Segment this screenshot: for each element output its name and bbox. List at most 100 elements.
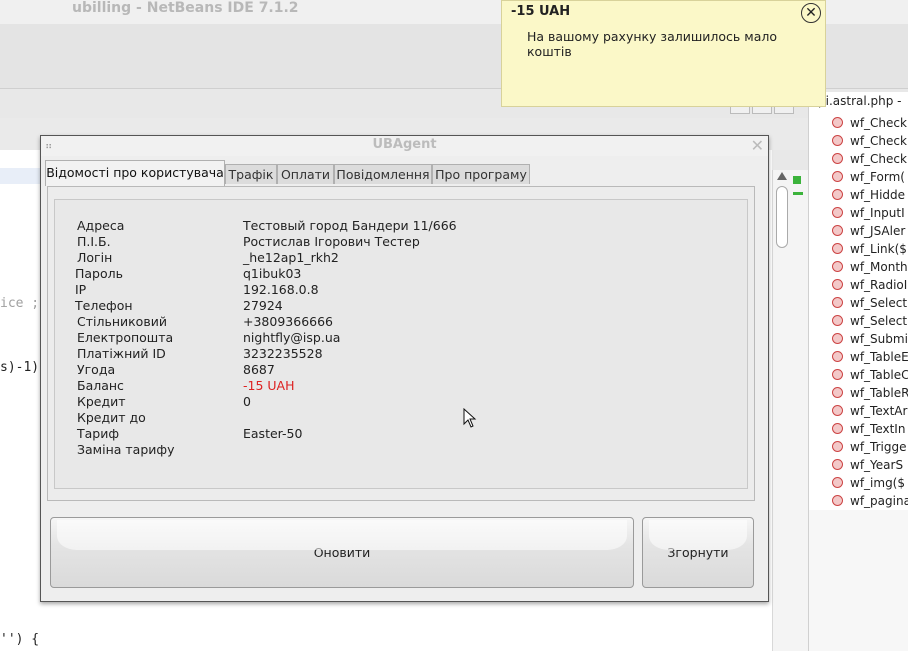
method-icon <box>832 405 843 416</box>
navigator-item[interactable]: wf_Link($ <box>832 240 908 258</box>
notification-message: На вашому рахунку залишилось мало коштів <box>527 29 777 59</box>
navigator-item-label: wf_Select <box>850 296 908 310</box>
info-value: 27924 <box>243 298 283 313</box>
window-close-icon[interactable]: ✕ <box>751 136 764 155</box>
info-value: Ростислав Ігорович Тестер <box>243 234 420 249</box>
navigator-item-label: wf_pagina <box>850 494 908 508</box>
navigator-item[interactable]: wf_Check <box>832 114 908 132</box>
method-icon <box>832 261 843 272</box>
user-info-panel: Адреса Тестовый город Бандери 11/666 П.І.Б… <box>54 199 748 489</box>
code-fragment: '') { <box>0 632 40 647</box>
info-value: Easter-50 <box>243 426 303 441</box>
tab-messages[interactable]: Повідомлення <box>334 164 432 184</box>
navigator-item[interactable]: wf_Check <box>832 150 908 168</box>
ubagent-window: ⠶ UBAgent ✕ Відомості про користувача Тр… <box>40 135 769 602</box>
tab-about[interactable]: Про програму <box>432 164 530 184</box>
tab-traffic[interactable]: Трафік <box>225 164 277 184</box>
tab-payments[interactable]: Оплати <box>277 164 334 184</box>
navigator-item[interactable]: wf_Check <box>832 132 908 150</box>
navigator-item[interactable]: wf_Hidde <box>832 186 908 204</box>
info-value: nightfly@isp.ua <box>243 330 341 345</box>
navigator-item[interactable]: wf_Select <box>832 294 908 312</box>
navigator-title: pi.astral.php - <box>818 94 902 108</box>
navigator-item[interactable]: wf_img($ <box>832 474 908 492</box>
method-icon <box>832 477 843 488</box>
navigator-item-label: wf_Submi <box>850 332 908 346</box>
method-icon <box>832 189 843 200</box>
info-label: Телефон <box>75 298 133 313</box>
method-icon <box>832 153 843 164</box>
navigator-item-label: wf_TableC <box>850 368 908 382</box>
navigator-item[interactable]: wf_TableE <box>832 348 908 366</box>
navigator-item[interactable]: wf_TableR <box>832 384 908 402</box>
info-value: +3809366666 <box>243 314 334 329</box>
navigator-item-label: wf_Check <box>850 134 907 148</box>
method-icon <box>832 243 843 254</box>
window-titlebar[interactable]: ⠶ UBAgent ✕ <box>41 136 768 156</box>
navigator-item[interactable]: wf_InputI <box>832 204 908 222</box>
info-value: 3232235528 <box>243 346 323 361</box>
refresh-button[interactable]: Оновити <box>50 517 634 588</box>
info-value: _he12ap1_rkh2 <box>243 250 339 265</box>
navigator-item-label: wf_Month <box>850 260 908 274</box>
method-icon <box>832 279 843 290</box>
method-icon <box>832 207 843 218</box>
info-label: Угода <box>77 362 116 377</box>
navigator-item-label: wf_Form( <box>850 170 905 184</box>
navigator-item[interactable]: wf_Select <box>832 312 908 330</box>
method-icon <box>832 225 843 236</box>
navigator-item[interactable]: wf_Month <box>832 258 908 276</box>
mouse-pointer-icon <box>463 408 477 428</box>
method-icon <box>832 117 843 128</box>
window-title: UBAgent <box>372 137 437 152</box>
navigator-item-label: wf_Check <box>850 152 907 166</box>
navigator-item[interactable]: wf_Trigge <box>832 438 908 456</box>
info-value: -15 UAH <box>243 378 295 393</box>
tab-content: Адреса Тестовый город Бандери 11/666 П.І.Б… <box>47 186 755 501</box>
navigator-item[interactable]: wf_JSAler <box>832 222 908 240</box>
editor-scrollbar[interactable] <box>772 170 791 651</box>
navigator-item[interactable]: wf_Form( <box>832 168 908 186</box>
info-label: Заміна тарифу <box>77 442 175 457</box>
navigator-empty-area <box>808 510 908 651</box>
notification-title: -15 UAH <box>511 4 571 19</box>
method-icon <box>832 459 843 470</box>
navigator-item-label: wf_Trigge <box>850 440 907 454</box>
method-icon <box>832 315 843 326</box>
method-icon <box>832 441 843 452</box>
ok-status-icon <box>793 176 801 184</box>
navigator-item-label: wf_TextAr <box>850 404 908 418</box>
navigator-function-list: wf_Check wf_Check wf_Check wf_Form( wf_Hidde… <box>832 114 908 510</box>
info-value: Тестовый город Бандери 11/666 <box>243 218 457 233</box>
minimize-button[interactable]: Згорнути <box>642 517 754 588</box>
scrollbar-thumb[interactable] <box>776 186 788 248</box>
ide-window-title: ubilling - NetBeans IDE 7.1.2 <box>72 0 299 16</box>
navigator-item[interactable]: wf_TableC <box>832 366 908 384</box>
scroll-up-arrow-icon[interactable] <box>777 172 787 180</box>
method-icon <box>832 387 843 398</box>
tab-user-info[interactable]: Відомості про користувача <box>45 160 225 186</box>
info-value: 8687 <box>243 362 275 377</box>
info-value: 192.168.0.8 <box>243 282 319 297</box>
navigator-item-label: wf_TableE <box>850 350 908 364</box>
error-stripe <box>790 170 808 651</box>
navigator-item-label: wf_Hidde <box>850 188 906 202</box>
method-icon <box>832 333 843 344</box>
navigator-item[interactable]: wf_RadioI <box>832 276 908 294</box>
close-icon[interactable]: ✕ <box>801 3 821 23</box>
method-icon <box>832 423 843 434</box>
info-label: П.І.Б. <box>77 234 111 249</box>
navigator-item[interactable]: wf_Submi <box>832 330 908 348</box>
low-balance-notification[interactable]: -15 UAH На вашому рахунку залишилось мал… <box>501 0 826 107</box>
navigator-item[interactable]: wf_pagina <box>832 492 908 510</box>
navigator-item[interactable]: wf_YearS <box>832 456 908 474</box>
info-label: Платіжний ID <box>77 346 166 361</box>
navigator-item-label: wf_RadioI <box>850 278 908 292</box>
navigator-item[interactable]: wf_TextIn <box>832 420 908 438</box>
code-fragment: ice ; <box>0 296 40 311</box>
info-label: Адреса <box>77 218 125 233</box>
navigator-item[interactable]: wf_TextAr <box>832 402 908 420</box>
info-label: Баланс <box>77 378 124 393</box>
method-icon <box>832 297 843 308</box>
info-label: Кредит до <box>77 410 146 425</box>
